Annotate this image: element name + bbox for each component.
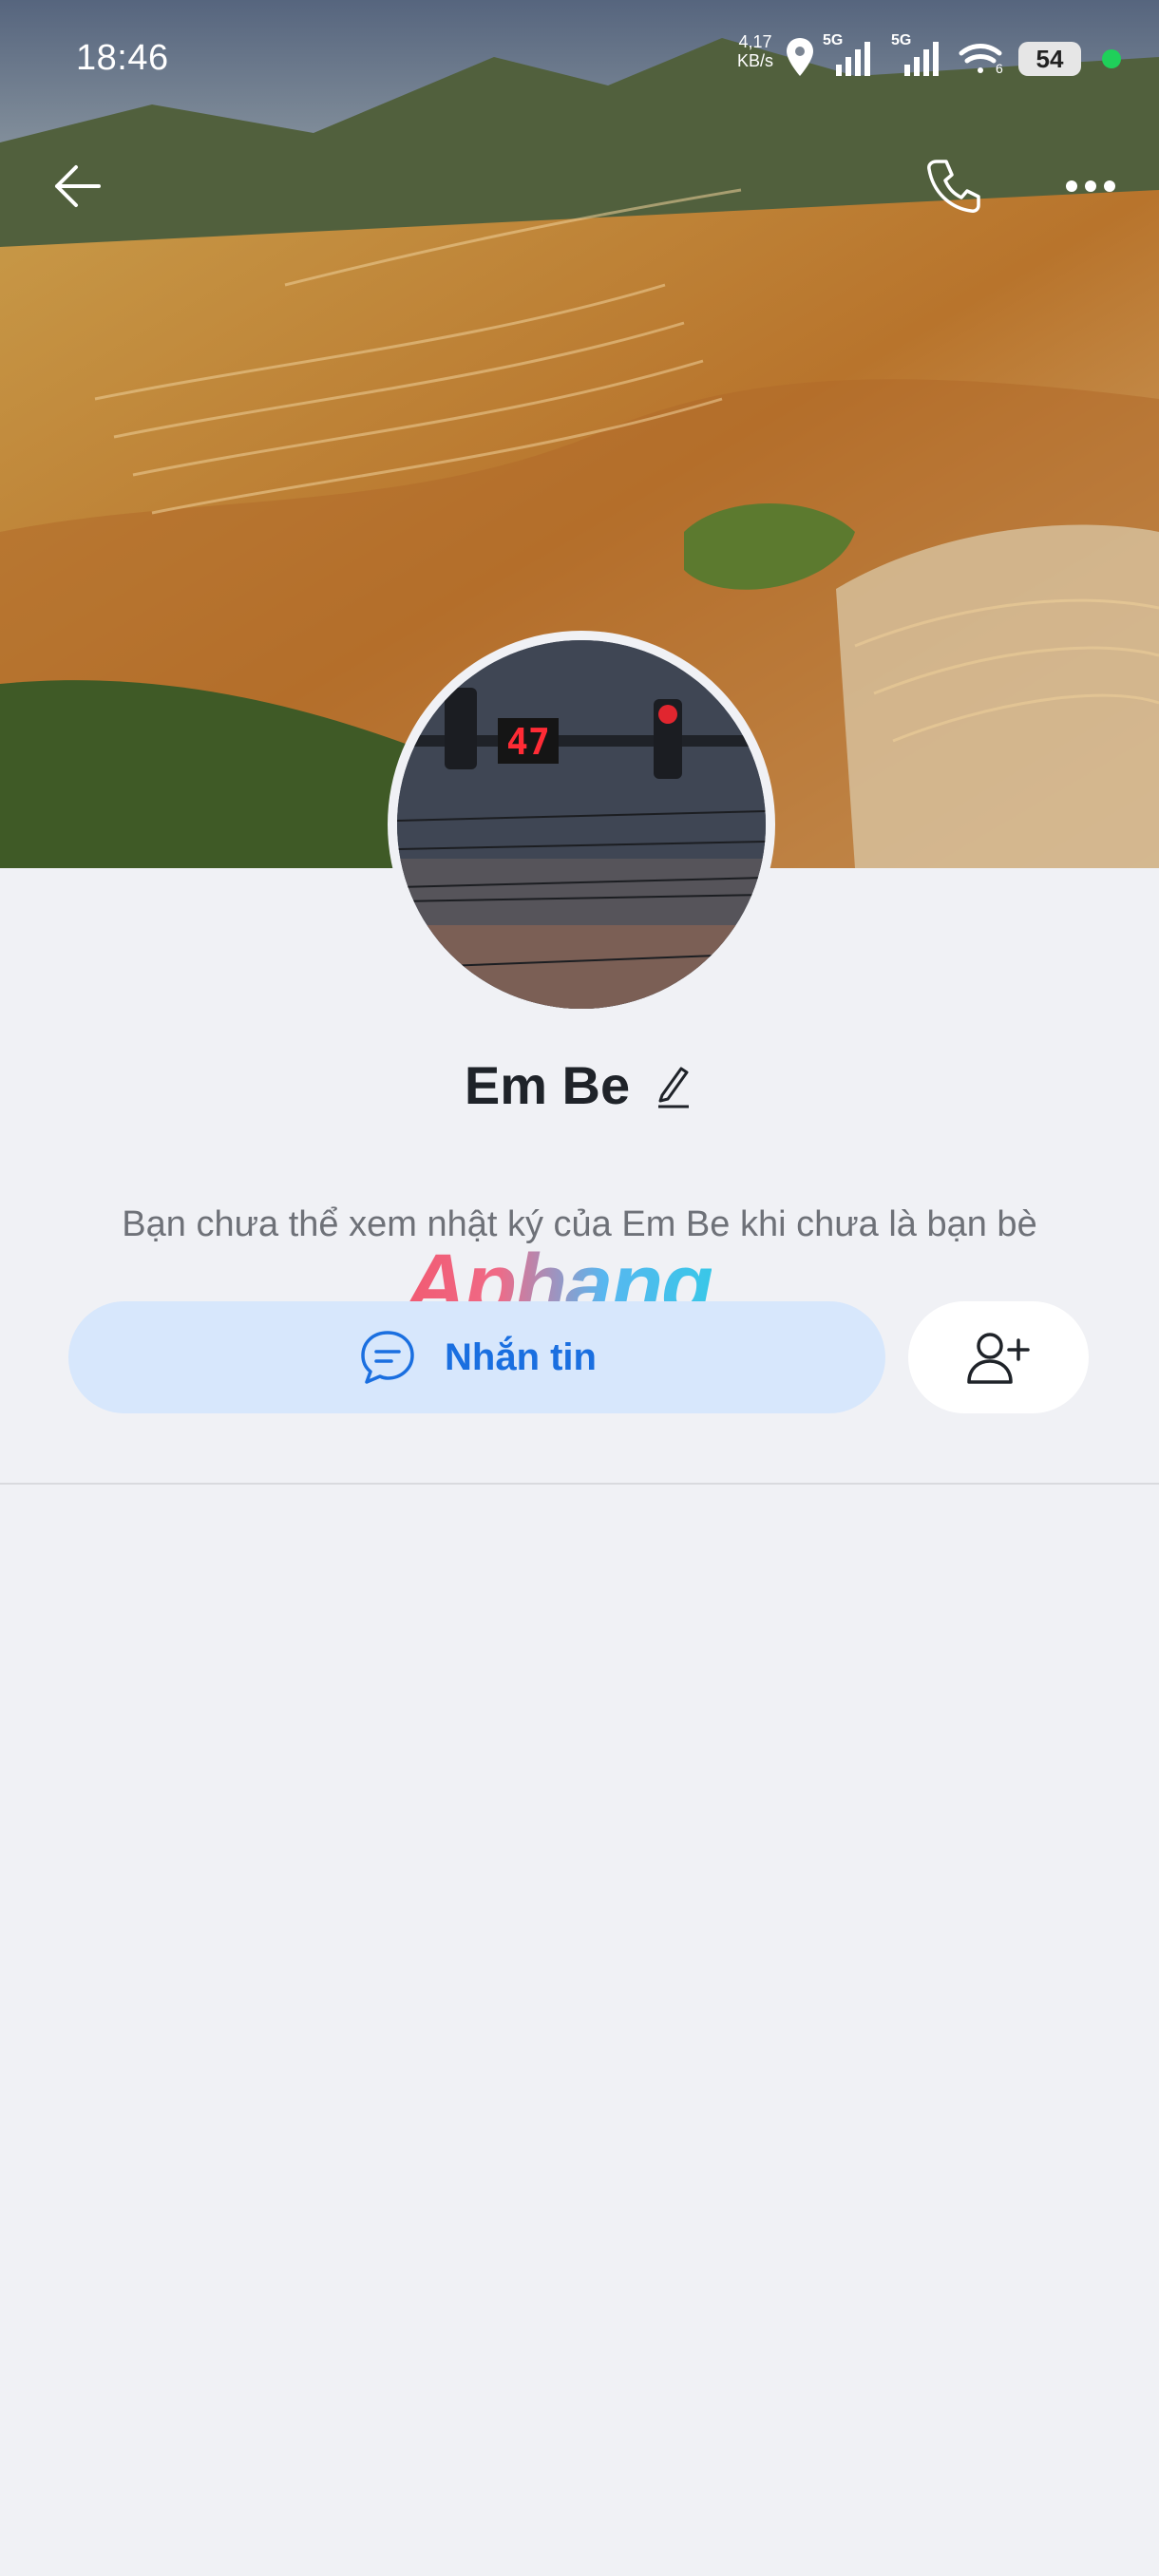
signal1-label: 5G [823, 32, 844, 48]
status-time: 18:46 [76, 38, 169, 78]
privacy-indicator-dot [1102, 49, 1121, 68]
traffic-light-image: 47 [397, 640, 766, 1009]
message-button-label: Nhắn tin [445, 1335, 597, 1378]
phone-icon [927, 160, 980, 213]
call-button[interactable] [920, 152, 988, 220]
battery-indicator: 54 [1018, 42, 1081, 76]
more-dots-icon [1066, 180, 1115, 192]
chat-bubble-icon [361, 1331, 414, 1384]
wifi-label: 6 [996, 61, 1003, 76]
pencil-icon [658, 1067, 690, 1108]
more-button[interactable] [1056, 152, 1125, 220]
status-bar: 18:46 4,17 KB/s 5G 5G 6 54 [0, 0, 1159, 114]
location-icon [787, 38, 813, 76]
profile-name: Em Be [464, 1055, 631, 1115]
edit-name-button[interactable] [653, 1061, 694, 1110]
add-friend-button[interactable] [908, 1301, 1089, 1413]
net-speed-value: 4,17 [738, 32, 772, 51]
arrow-left-icon [55, 165, 101, 207]
net-speed-unit: KB/s [737, 51, 774, 70]
add-user-icon [967, 1333, 1030, 1384]
signal2-label: 5G [891, 32, 912, 48]
avatar[interactable]: 47 [388, 631, 775, 1018]
name-row: Em Be [0, 1054, 1159, 1116]
message-button[interactable]: Nhắn tin [68, 1301, 885, 1413]
back-button[interactable] [44, 152, 112, 220]
net-speed: 4,17 KB/s [737, 32, 773, 70]
avatar-counter: 47 [506, 721, 550, 763]
section-divider [0, 1483, 1159, 1485]
avatar-photo: 47 [397, 640, 766, 1009]
wifi-icon [959, 44, 1002, 73]
